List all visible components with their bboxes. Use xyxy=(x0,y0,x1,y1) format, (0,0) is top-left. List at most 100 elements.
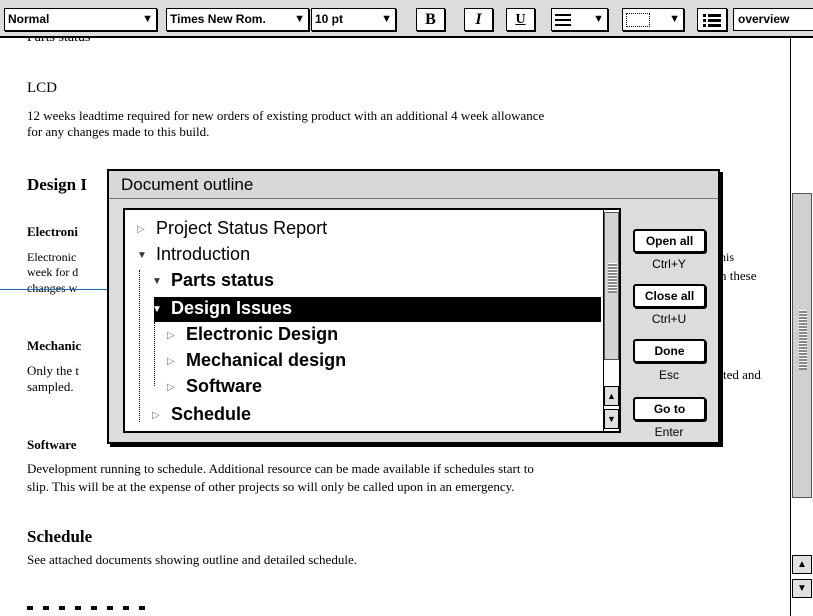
view-dropdown[interactable]: overview xyxy=(733,8,813,31)
done-shortcut: Esc xyxy=(658,368,679,382)
outline-item[interactable]: ▷ Project Status Report xyxy=(137,216,327,241)
outline-item[interactable]: ▼ Introduction xyxy=(137,242,250,267)
mechanical-heading: Mechanic xyxy=(27,338,82,353)
electronic-text-right: his xyxy=(720,250,735,264)
tree-line xyxy=(154,322,155,386)
grip-icon xyxy=(608,263,617,293)
chevron-down-icon: ▼ xyxy=(669,13,680,25)
underline-label: U xyxy=(515,12,526,27)
triangle-down-icon: ▼ xyxy=(137,249,147,261)
outline-item-label: Parts status xyxy=(171,270,275,290)
size-dropdown[interactable]: 10 pt ▼ xyxy=(311,8,396,31)
open-all-button[interactable]: Open all xyxy=(633,229,706,253)
goto-button[interactable]: Go to xyxy=(633,397,706,421)
arrow-up-icon: ▲ xyxy=(797,559,807,570)
outline-item-label: Introduction xyxy=(156,244,251,264)
mechanical-text-line: Only the t xyxy=(27,363,79,378)
close-all-shortcut: Ctrl+U xyxy=(651,312,687,326)
electronic-heading: Electroni xyxy=(27,224,79,239)
formatting-toolbar: Normal ▼ Times New Rom. ▼ 10 pt ▼ B I U … xyxy=(0,0,813,38)
underline-button[interactable]: U xyxy=(506,8,535,31)
goto-label: Go to xyxy=(653,402,686,416)
goto-shortcut: Enter xyxy=(654,425,684,439)
outline-item[interactable]: ▷ Software xyxy=(167,374,262,399)
triangle-right-icon: ▷ xyxy=(152,409,160,421)
size-value: 10 pt xyxy=(315,12,344,26)
triangle-right-icon: ▷ xyxy=(167,355,175,367)
outline-item[interactable]: ▷ Mechanical design xyxy=(167,348,346,373)
font-value: Times New Rom. xyxy=(170,12,266,26)
schedule-text-line: See attached documents showing outline a… xyxy=(27,552,357,567)
outline-item-label: Electronic Design xyxy=(186,324,339,344)
chevron-down-icon: ▼ xyxy=(142,13,153,25)
outline-item-label: Software xyxy=(186,376,263,396)
outline-item-selected[interactable]: ▼ Design Issues xyxy=(152,296,292,321)
outline-scroll-down-button[interactable]: ▼ xyxy=(604,409,619,429)
document-scrollbar[interactable]: ▲ ▼ xyxy=(790,38,813,616)
chevron-down-icon: ▼ xyxy=(294,13,305,25)
scroll-down-button[interactable]: ▼ xyxy=(792,579,812,598)
triangle-down-icon: ▼ xyxy=(152,275,162,287)
style-dropdown[interactable]: Normal ▼ xyxy=(4,8,157,31)
arrow-up-icon: ▲ xyxy=(607,391,616,401)
bullet-list-icon xyxy=(703,14,721,27)
design-heading: Design I xyxy=(27,175,87,194)
triangle-right-icon: ▷ xyxy=(167,329,175,341)
done-button[interactable]: Done xyxy=(633,339,706,363)
document-outline-dialog: Document outline ▷ Project Status Report… xyxy=(107,169,720,444)
triangle-right-icon: ▷ xyxy=(167,381,175,393)
software-heading: Software xyxy=(27,437,77,452)
outline-scroll-thumb[interactable] xyxy=(604,212,619,360)
chevron-down-icon: ▼ xyxy=(381,13,392,25)
grip-icon xyxy=(799,310,807,370)
schedule-heading: Schedule xyxy=(27,527,93,546)
triangle-right-icon: ▷ xyxy=(137,223,145,235)
scroll-up-button[interactable]: ▲ xyxy=(792,555,812,574)
border-icon xyxy=(626,13,650,27)
lcd-text-line: for any changes made to this build. xyxy=(27,124,210,139)
page-bottom-fragment xyxy=(27,606,147,610)
italic-button[interactable]: I xyxy=(464,8,493,31)
outline-item-label: Design Issues xyxy=(171,298,293,318)
italic-label: I xyxy=(475,11,482,28)
dialog-title: Document outline xyxy=(109,171,718,199)
close-all-label: Close all xyxy=(644,289,695,303)
open-all-shortcut: Ctrl+Y xyxy=(652,257,686,271)
partial-heading: Parts status xyxy=(27,38,90,46)
outline-item-label: Schedule xyxy=(171,404,252,424)
bullet-list-button[interactable] xyxy=(697,8,727,31)
outline-item[interactable]: ▼ Parts status xyxy=(152,268,274,293)
lcd-heading: LCD xyxy=(27,80,57,96)
outline-item-label: Mechanical design xyxy=(186,350,347,370)
mechanical-text-right: ted and xyxy=(723,367,761,382)
bold-label: B xyxy=(425,11,436,28)
align-left-icon xyxy=(555,14,571,26)
close-all-button[interactable]: Close all xyxy=(633,284,706,308)
chevron-down-icon: ▼ xyxy=(593,13,604,25)
scroll-thumb[interactable] xyxy=(792,193,812,498)
open-all-label: Open all xyxy=(645,234,694,248)
arrow-down-icon: ▼ xyxy=(607,414,616,424)
style-value: Normal xyxy=(8,12,50,26)
tree-line xyxy=(139,270,140,422)
done-label: Done xyxy=(654,344,685,358)
outline-scroll-up-button[interactable]: ▲ xyxy=(604,386,619,406)
align-dropdown[interactable]: ▼ xyxy=(551,8,608,31)
view-value: overview xyxy=(738,12,790,26)
electronic-text-right: n these xyxy=(720,268,757,283)
outline-list[interactable]: ▷ Project Status Report ▼ Introduction ▼… xyxy=(123,208,621,433)
arrow-down-icon: ▼ xyxy=(797,583,807,594)
font-dropdown[interactable]: Times New Rom. ▼ xyxy=(166,8,309,31)
bold-button[interactable]: B xyxy=(416,8,445,31)
software-text-line: Development running to schedule. Additio… xyxy=(27,461,534,476)
border-dropdown[interactable]: ▼ xyxy=(622,8,684,31)
electronic-text-line: Electronic xyxy=(27,250,77,264)
triangle-down-icon: ▼ xyxy=(152,303,162,315)
mechanical-text-line: sampled. xyxy=(27,379,74,394)
outline-scrollbar[interactable]: ▲ ▼ xyxy=(603,210,619,431)
outline-item-label: Project Status Report xyxy=(156,218,328,238)
outline-item[interactable]: ▷ Schedule xyxy=(152,402,251,427)
lcd-text-line: 12 weeks leadtime required for new order… xyxy=(27,108,545,123)
electronic-text-line: week for d xyxy=(27,265,79,279)
outline-item[interactable]: ▷ Electronic Design xyxy=(167,322,338,347)
